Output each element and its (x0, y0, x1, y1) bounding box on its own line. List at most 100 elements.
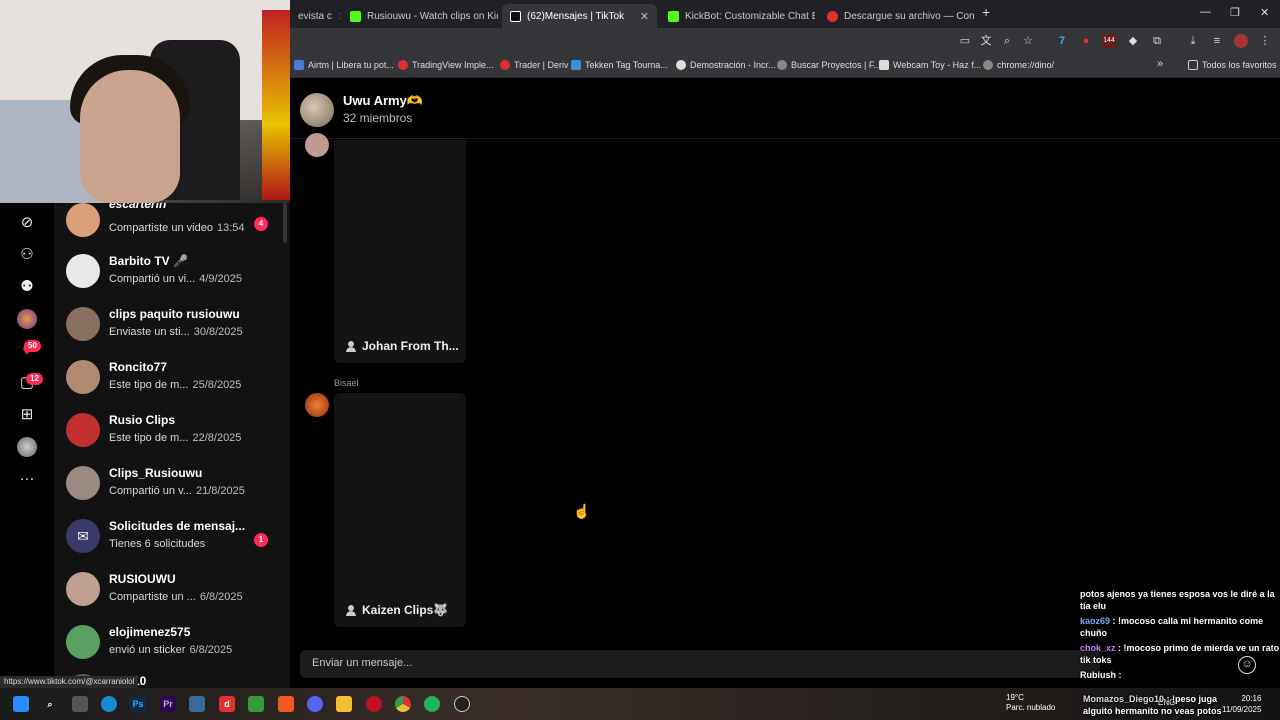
tab-close-icon[interactable]: ✕ (338, 10, 340, 23)
discord-icon[interactable] (307, 696, 323, 712)
profile-avatar-icon[interactable] (1234, 34, 1248, 48)
tekken-icon (571, 60, 581, 70)
conversation-list-scrollbar[interactable] (283, 203, 287, 243)
app-icon-2[interactable] (189, 696, 205, 712)
premiere-icon[interactable]: Pr (160, 696, 176, 712)
bookmark-dino[interactable]: chrome://dino/ (983, 60, 1054, 70)
extension-counter-icon[interactable]: 144 (1102, 34, 1116, 48)
new-tab-button[interactable]: + (982, 4, 990, 20)
message-requests-icon: ✉ (66, 519, 100, 553)
stream-chat-message: Rubiush : (1080, 670, 1122, 680)
message-sender-name: Bisael (334, 378, 359, 388)
live-avatar-icon[interactable] (17, 309, 37, 329)
bookmark-tradingview[interactable]: TradingView Imple... (398, 60, 494, 70)
chrome-icon[interactable] (395, 696, 411, 712)
edge-icon[interactable] (101, 696, 117, 712)
conversation-item[interactable]: Rusio Clips Este tipo de m... 22/8/2025 (54, 407, 290, 460)
message-requests-item[interactable]: ✉ Solicitudes de mensaj... Tienes 6 soli… (54, 513, 290, 566)
globe-icon (777, 60, 787, 70)
tab-partial[interactable]: evista c ✕ (290, 4, 340, 28)
extensions-puzzle-icon[interactable]: ⧉ (1150, 34, 1164, 48)
translate-icon[interactable]: 文 (979, 34, 993, 48)
tab-tiktok-messages[interactable]: (62)Mensajes | TikTok ✕ (502, 4, 657, 28)
bookmarks-bar: Airtm | Libera tu pot... TradingView Imp… (290, 55, 1280, 78)
media-control-icon[interactable]: ≡ (1210, 34, 1224, 48)
spotify-icon[interactable] (424, 696, 440, 712)
opera-icon[interactable] (366, 696, 382, 712)
avatar (66, 466, 100, 500)
conversation-item[interactable]: Roncito77 Este tipo de m... 25/8/2025 (54, 354, 290, 407)
extension-diamond-icon[interactable]: ◆ (1126, 34, 1140, 48)
sender-avatar[interactable] (305, 133, 329, 157)
conversation-name: elojimenez575 (109, 625, 191, 639)
all-bookmarks-folder[interactable]: Todos los favoritos (1188, 60, 1277, 70)
obs-icon[interactable] (454, 696, 470, 712)
conversation-name: Roncito77 (109, 360, 168, 374)
explore-compass-icon[interactable]: ⊘ (17, 213, 37, 233)
window-close-icon[interactable]: ✕ (1260, 6, 1269, 19)
conversation-preview: Compartiste un video 13:54 (109, 222, 245, 234)
conversation-item[interactable]: RUSIOUWU Compartiste un ... 6/8/2025 (54, 566, 290, 619)
extension-red-icon[interactable]: ● (1079, 34, 1093, 48)
conversation-name: escarterin (109, 203, 167, 211)
more-icon[interactable]: ··· (17, 469, 37, 489)
file-explorer-icon[interactable] (336, 696, 352, 712)
group-name[interactable]: Uwu Army🫶 (343, 93, 423, 109)
app-icon-1[interactable] (72, 696, 88, 712)
conversation-item[interactable]: Barbito TV 🎤 Compartió un vi... 4/9/2025 (54, 248, 290, 301)
tab-kickbot[interactable]: KickBot: Customizable Chat Bot ✕ (660, 4, 815, 28)
bookmark-label: Trader | Deriv (514, 60, 569, 70)
shared-profile-card[interactable]: Johan From Th... (334, 140, 466, 363)
conversation-preview: Este tipo de m... 22/8/2025 (109, 432, 242, 444)
tiktok-nav-rail: ⊘ ⚇ ⚉ ♥ 50 ▢ 12 ⊞ ··· (0, 203, 54, 688)
cast-icon[interactable]: ▭ (958, 34, 972, 48)
weather-widget[interactable]: 19°C Parc. nublado (1006, 693, 1055, 713)
system-clock[interactable]: 20:16 11/09/2025 (1222, 693, 1261, 715)
following-icon[interactable]: ⚇ (17, 245, 37, 265)
tab-label: KickBot: Customizable Chat Bot (685, 10, 815, 22)
zoom-icon[interactable]: ⌕ (1000, 34, 1014, 48)
tab-convert-download[interactable]: Descargue su archivo — Conve ✕ (819, 4, 974, 28)
bookmark-tekken[interactable]: Tekken Tag Tourna... (571, 60, 668, 70)
conversation-item[interactable]: elojimenez575 envió un sticker 6/8/2025 (54, 619, 290, 672)
bookmark-airtm[interactable]: Airtm | Libera tu pot... (294, 60, 394, 70)
convert-icon (827, 10, 838, 22)
conversation-preview: Enviaste un sti... 30/8/2025 (109, 326, 243, 338)
bookmark-webcamtoy[interactable]: Webcam Toy - Haz f... (879, 60, 981, 70)
bookmark-projects[interactable]: Buscar Proyectos | F... (777, 60, 881, 70)
conversation-item[interactable]: Clips_Rusiouwu Compartió un v... 21/8/202… (54, 460, 290, 513)
shared-profile-card[interactable]: Kaizen Clips🐺 (334, 393, 466, 627)
person-icon (346, 604, 356, 616)
conversation-name: RUSIOUWU (109, 572, 176, 586)
photoshop-icon[interactable]: Ps (130, 696, 146, 712)
minecraft-icon[interactable] (248, 696, 264, 712)
conversation-item[interactable]: clips paquito rusiouwu Enviaste un sti..… (54, 301, 290, 354)
restore-icon[interactable]: ❐ (1230, 6, 1240, 19)
minimize-icon[interactable]: — (1200, 6, 1211, 18)
unread-badge: 1 (254, 533, 268, 547)
profile-avatar-icon[interactable] (17, 437, 37, 457)
bookmark-demo[interactable]: Demostración - Incr... (676, 60, 776, 70)
brave-icon[interactable] (278, 696, 294, 712)
friends-icon[interactable]: ⚉ (17, 277, 37, 297)
bookmark-label: Tekken Tag Tourna... (585, 60, 668, 70)
conversation-item[interactable]: escarterin Compartiste un video 13:54 4 (54, 203, 290, 250)
search-icon[interactable]: ⌕ (42, 696, 58, 712)
windows-start-icon[interactable] (13, 696, 29, 712)
tab-close-icon[interactable]: ✕ (640, 10, 649, 23)
stream-chat-message: potos ajenos ya tienes esposa vos le dir… (1080, 589, 1275, 611)
group-avatar[interactable] (300, 93, 334, 127)
upload-plus-icon[interactable]: ⊞ (17, 405, 37, 425)
download-icon[interactable]: ⤓ (1186, 34, 1200, 48)
sender-avatar[interactable] (305, 393, 329, 417)
message-input[interactable]: Enviar un mensaje... (300, 650, 1100, 678)
bookmark-deriv[interactable]: Trader | Deriv (500, 60, 569, 70)
extension-tradingview-icon[interactable]: 7 (1055, 34, 1069, 48)
browser-menu-icon[interactable]: ⋮ (1258, 34, 1272, 48)
tab-kick-clips[interactable]: Rusiouwu - Watch clips on Kick ✕ (342, 4, 498, 28)
messages-count-badge: 12 (26, 373, 43, 385)
deriv-app-icon[interactable]: d (219, 696, 235, 712)
person-icon (346, 340, 356, 352)
bookmarks-overflow-button[interactable]: » (1157, 58, 1163, 70)
bookmark-star-icon[interactable]: ☆ (1021, 34, 1035, 48)
